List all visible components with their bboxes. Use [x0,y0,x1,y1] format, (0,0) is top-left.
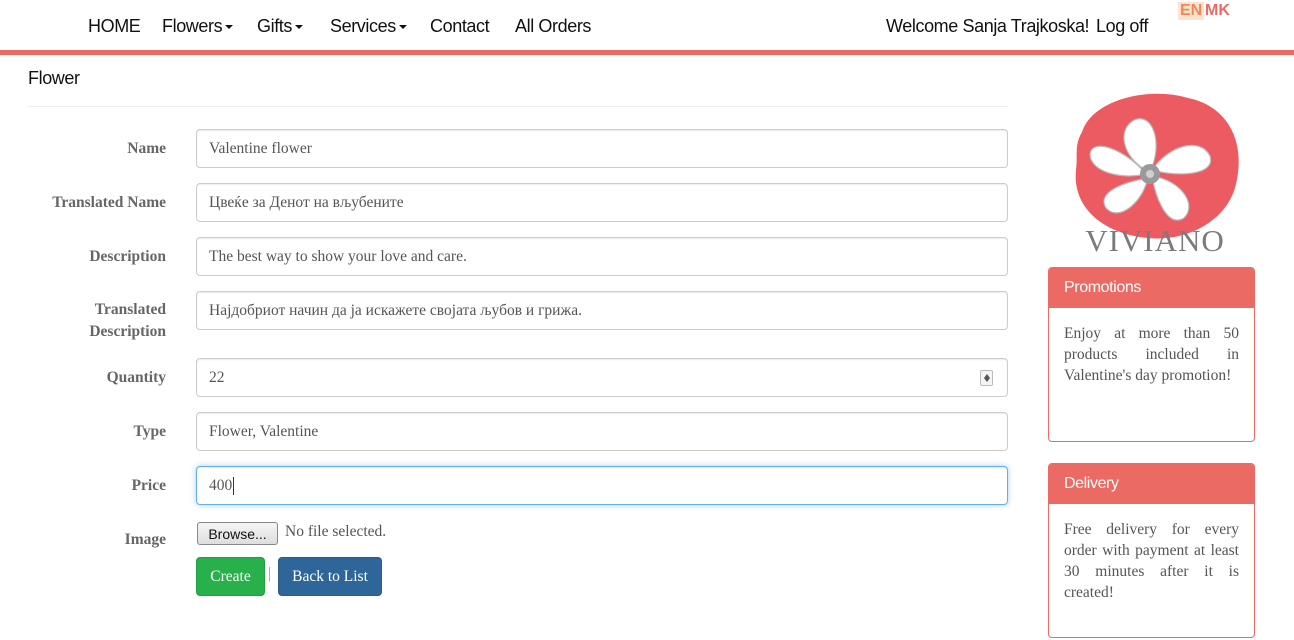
no-file-selected-text: No file selected. [285,523,387,540]
description-label: Description [89,248,166,265]
chevron-down-icon [398,25,407,30]
browse-file-button[interactable]: Browse... [197,522,278,545]
description-input-value: The best way to show your love and care. [209,247,467,265]
translated-name-label: Translated Name [52,194,166,211]
page-title: Flower [28,68,80,88]
nav-services-dropdown[interactable]: Services [330,16,407,37]
type-label: Type [133,423,166,440]
translated-description-label-line-2: Description [89,323,166,340]
translated-description-label-line-1: Translated [94,301,166,318]
chevron-down-icon [295,25,304,30]
chevron-down-icon [225,25,234,30]
viviano-logo-text: VIVIANO [1085,223,1225,258]
price-input[interactable]: 400 [196,466,1008,505]
quantity-stepper[interactable]: 22 [196,358,1008,397]
spinner-arrows-icon[interactable] [980,370,993,386]
top-navbar: HOME Flowers Gifts Services Contact All … [0,0,1294,55]
nav-flowers-dropdown[interactable]: Flowers [162,16,234,37]
button-separator: | [268,565,272,582]
name-input[interactable]: Valentine flower [196,129,1008,168]
nav-gifts-dropdown[interactable]: Gifts [257,16,304,37]
nav-home-link[interactable]: HOME [88,16,141,37]
description-input[interactable]: The best way to show your love and care. [196,237,1008,276]
translated-description-label: Translated Description [0,299,166,343]
name-label: Name [127,140,166,157]
nav-all-orders-link[interactable]: All Orders [515,16,591,37]
image-label: Image [124,531,166,548]
type-input[interactable]: Flower, Valentine [196,412,1008,451]
language-mk-link[interactable]: MK [1205,2,1230,20]
back-to-list-button[interactable]: Back to List [278,557,382,596]
name-input-value: Valentine flower [209,139,312,157]
translated-description-input-value: Најдобриот начин да ја искажете својата … [209,301,582,319]
price-input-value: 400 [209,476,233,494]
spin-down-icon[interactable] [984,378,990,382]
create-button[interactable]: Create [196,557,265,596]
price-label: Price [131,477,166,494]
translated-name-input[interactable]: Цвеќе за Денот на вљубените [196,183,1008,222]
promotions-title: Promotions [1049,268,1254,308]
nav-flowers-label: Flowers [162,16,223,36]
quantity-label: Quantity [106,369,166,386]
welcome-user-link[interactable]: Welcome Sanja Trajkoska! [886,16,1090,37]
delivery-title: Delivery [1049,464,1254,504]
title-divider [28,106,1008,107]
type-input-value: Flower, Valentine [209,422,319,440]
translated-description-input[interactable]: Најдобриот начин да ја искажете својата … [196,291,1008,330]
delivery-text: Free delivery for every order with payme… [1064,521,1239,601]
text-cursor [233,476,235,495]
promotions-panel: Promotions Enjoy at more than 50 product… [1048,267,1255,442]
nav-services-label: Services [330,16,396,36]
delivery-panel: Delivery Free delivery for every order w… [1048,463,1255,638]
quantity-input-value: 22 [209,368,225,386]
language-en-link[interactable]: EN [1178,2,1205,20]
nav-contact-link[interactable]: Contact [430,16,490,37]
promotions-text: Enjoy at more than 50 products included … [1064,325,1239,384]
translated-name-input-value: Цвеќе за Денот на вљубените [209,193,404,211]
nav-gifts-label: Gifts [257,16,293,36]
log-off-link[interactable]: Log off [1096,16,1148,37]
